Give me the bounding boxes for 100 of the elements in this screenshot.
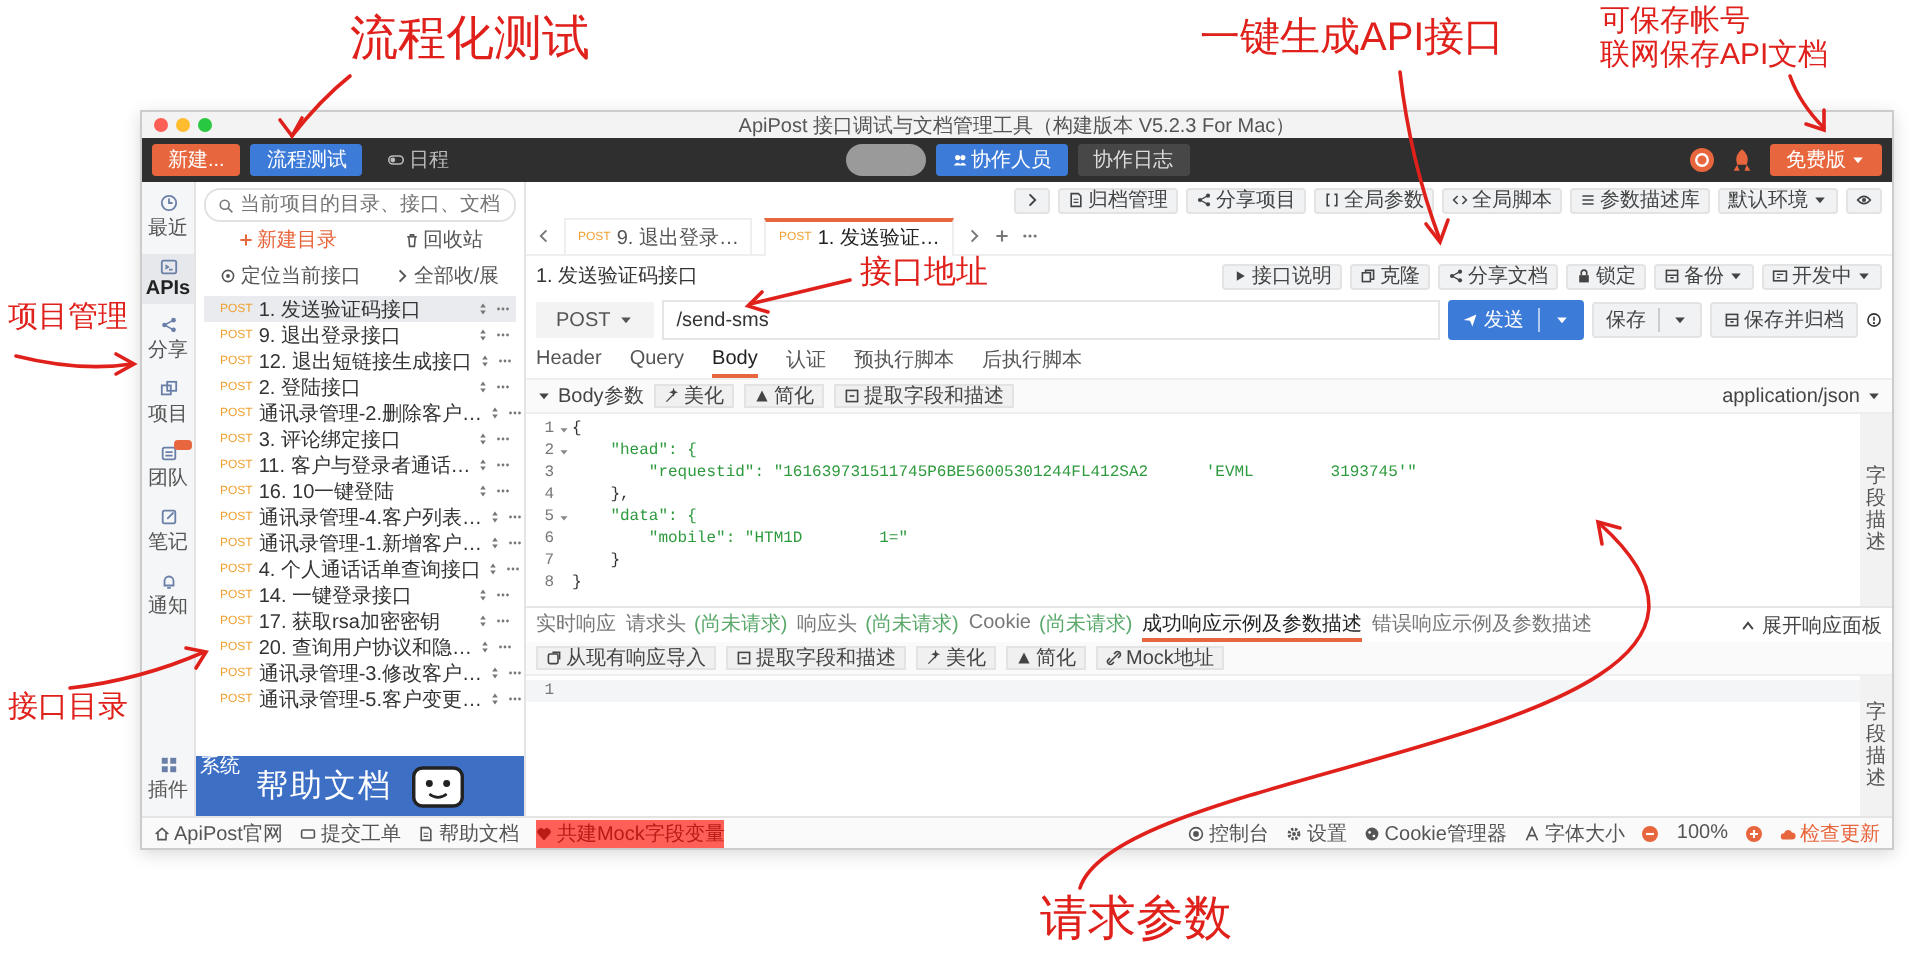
toolbar-button[interactable]: 分享项目: [1186, 187, 1306, 213]
line-number: 2: [542, 442, 554, 460]
request-section-tab[interactable]: Query: [629, 345, 685, 377]
nav-item[interactable]: 插件: [142, 752, 194, 808]
api-name: 通讯录管理-3.修改客户…: [258, 661, 483, 687]
side-panel[interactable]: 字段描述: [1860, 676, 1892, 816]
save-button[interactable]: 保存: [1592, 302, 1702, 338]
status-link[interactable]: ApiPost官网: [154, 819, 283, 847]
api-name: 14. 一键登录接口: [258, 583, 415, 609]
line-number: 7: [542, 552, 554, 570]
tool-button[interactable]: 提取字段和描述: [833, 384, 1014, 408]
toolbar-button[interactable]: 日程: [372, 144, 465, 176]
annotation-text: 请求参数: [1040, 892, 1232, 948]
action-button[interactable]: 接口说明: [1222, 263, 1342, 289]
action-button[interactable]: 克隆: [1350, 263, 1430, 289]
action-button[interactable]: 分享文档: [1438, 263, 1558, 289]
tool-button[interactable]: 简化: [1006, 646, 1086, 670]
line-number: 1: [542, 420, 554, 438]
tool-button[interactable]: Mock地址: [1096, 646, 1224, 670]
collab-button[interactable]: 协作日志: [1077, 144, 1189, 176]
annotation-text: 项目管理: [8, 300, 128, 335]
url-field[interactable]: /send-sms: [662, 300, 1440, 340]
line-number: 4: [542, 486, 554, 504]
help-banner[interactable]: 系统 帮助文档: [196, 756, 524, 816]
api-name: 2. 登陆接口: [258, 375, 363, 401]
nav-item[interactable]: 通知: [142, 568, 194, 624]
code-line: }: [572, 574, 582, 592]
api-name: 4. 个人通话话单查询接口: [258, 557, 481, 583]
code-line: "requestid": "161639731511745P6BE56005301244FL412SA2 'EVML 3193745'": [646, 464, 1417, 482]
tool-button[interactable]: 美化: [653, 384, 734, 408]
status-button[interactable]: 设置: [1286, 819, 1347, 847]
send-button[interactable]: 发送: [1448, 300, 1584, 340]
toolbar-button[interactable]: 归档管理: [1058, 187, 1178, 213]
banner-tag: 系统: [200, 758, 240, 778]
request-section-tab[interactable]: Header: [536, 345, 602, 377]
collapse-all-button[interactable]: 全部收/展: [393, 262, 500, 290]
toolbar-button[interactable]: 全局参数: [1314, 187, 1434, 213]
method-select[interactable]: POST: [536, 302, 655, 338]
code-line: "mobile": "HTM1D 1=": [646, 530, 909, 548]
body-params-toggle[interactable]: Body参数: [536, 382, 644, 410]
status-button[interactable]: Cookie管理器: [1364, 819, 1507, 847]
nav-item[interactable]: 最近: [142, 190, 194, 246]
api-name: 16. 10一键登陆: [258, 479, 397, 505]
tool-button[interactable]: 简化: [743, 384, 824, 408]
tool-button[interactable]: 提取字段和描述: [726, 646, 906, 670]
code-line: "head": {: [608, 442, 697, 460]
content-type-select[interactable]: application/json: [1722, 385, 1882, 407]
environment-select[interactable]: 默认环境: [1718, 187, 1838, 213]
expand-panel-button[interactable]: 展开响应面板: [1740, 611, 1882, 639]
status-button[interactable]: 字体大小: [1524, 819, 1625, 847]
api-name: 11. 客户与登录者通话…: [258, 453, 471, 479]
response-tab[interactable]: 错误响应示例及参数描述: [1372, 609, 1593, 641]
response-tab[interactable]: Cookie (尚未请求): [968, 609, 1133, 641]
collab-button[interactable]: 协作人员: [935, 144, 1067, 176]
api-name: 通讯录管理-4.客户列表…: [258, 505, 483, 531]
api-name: 通讯录管理-2.删除客户…: [258, 401, 483, 427]
nav-item[interactable]: 分享: [142, 312, 194, 368]
nav-item[interactable]: 项目: [142, 376, 194, 432]
nav-item[interactable]: 团队: [142, 440, 194, 496]
status-link[interactable]: 提交工单: [300, 819, 401, 847]
request-section-tab[interactable]: 后执行脚本: [981, 345, 1082, 377]
panel-label: 字段描述: [1866, 702, 1886, 790]
request-section-tab[interactable]: 预执行脚本: [853, 345, 954, 377]
toolbar-button[interactable]: 全局脚本: [1442, 187, 1562, 213]
tool-button[interactable]: 从现有响应导入: [536, 646, 716, 670]
recycle-bin-button[interactable]: 回收站: [403, 226, 483, 254]
toolbar-button[interactable]: 流程测试: [250, 144, 363, 176]
api-name: 通讯录管理-1.新增客户…: [258, 531, 483, 557]
response-tab[interactable]: 响应头 (尚未请求): [797, 609, 959, 641]
response-tab[interactable]: 请求头 (尚未请求): [626, 609, 788, 641]
line-number: 1: [542, 682, 554, 700]
code-line: {: [572, 420, 582, 438]
code-line: "data": {: [608, 508, 697, 526]
status-link[interactable]: 帮助文档: [418, 819, 519, 847]
annotation-text: 接口地址: [860, 256, 988, 293]
locate-button[interactable]: 定位当前接口: [220, 262, 361, 290]
banner-title: 帮助文档: [256, 767, 392, 807]
breadcrumb: 1. 发送验证码接口: [536, 263, 699, 290]
side-panel[interactable]: 字段描述: [1860, 414, 1892, 606]
zoom-level: 100%: [1676, 822, 1728, 844]
code-line: }: [608, 552, 621, 570]
response-tab[interactable]: 实时响应: [536, 609, 616, 641]
action-button[interactable]: 备份: [1654, 263, 1754, 289]
window-title: ApiPost 接口调试与文档管理工具（构建版本 V5.2.3 For Mac）: [738, 113, 1296, 139]
annotation-text: 流程化测试: [350, 12, 590, 68]
api-name: 20. 查询用户协议和隐…: [258, 635, 473, 661]
toolbar-button[interactable]: 参数描述库: [1570, 187, 1710, 213]
api-name: 1. 发送验证码接口: [258, 297, 423, 323]
action-button[interactable]: 锁定: [1566, 263, 1646, 289]
nav-item[interactable]: 笔记: [142, 504, 194, 560]
status-button[interactable]: 控制台: [1188, 819, 1269, 847]
tool-button[interactable]: 美化: [916, 646, 996, 670]
request-section-tab[interactable]: 认证: [785, 345, 826, 377]
line-number: 8: [542, 574, 554, 592]
annotation-text: 可保存帐号 联网保存API文档: [1600, 4, 1829, 73]
panel-label: 字段描述: [1866, 466, 1886, 554]
action-button[interactable]: 开发中: [1762, 263, 1882, 289]
save-archive-button[interactable]: 保存并归档: [1710, 302, 1858, 338]
nav-item[interactable]: APIs: [142, 254, 194, 304]
api-name: 17. 获取rsa加密密钥: [258, 609, 442, 635]
